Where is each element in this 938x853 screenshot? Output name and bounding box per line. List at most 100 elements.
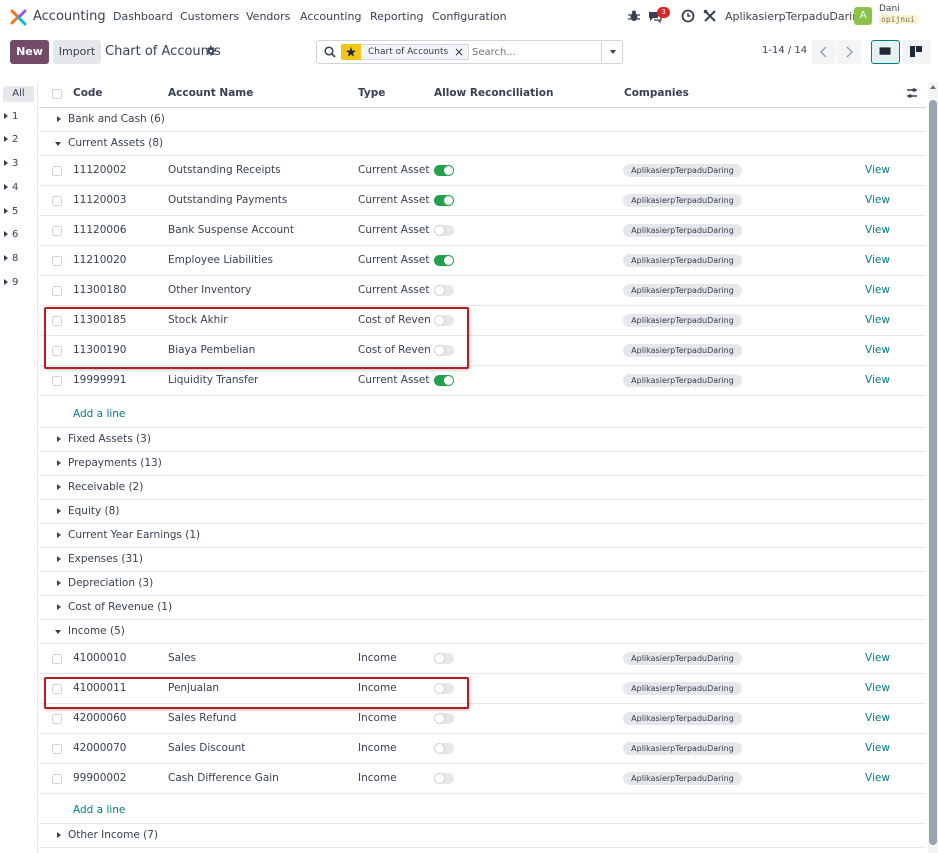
view-link[interactable]: View	[865, 374, 890, 386]
sidebar-item-9[interactable]: 9	[4, 277, 18, 288]
row-checkbox[interactable]	[52, 316, 62, 326]
row-checkbox[interactable]	[52, 714, 62, 724]
group-row-fixed-assets[interactable]: Fixed Assets (3)	[39, 428, 926, 452]
allow-reconciliation-toggle[interactable]	[434, 713, 454, 724]
sidebar-item-all[interactable]: All	[3, 86, 34, 102]
view-link[interactable]: View	[865, 742, 890, 754]
optional-columns-icon[interactable]	[905, 86, 919, 100]
pager-previous-button[interactable]	[812, 40, 836, 64]
group-row-other-income[interactable]: Other Income (7)	[39, 824, 926, 848]
table-row[interactable]: 11300190 Biaya Pembelian Cost of Revenue Ap…	[39, 336, 926, 366]
scrollbar-thumb[interactable]	[929, 100, 937, 845]
allow-reconciliation-toggle[interactable]	[434, 375, 454, 386]
user-name[interactable]: Dani	[879, 4, 900, 14]
import-button[interactable]: Import	[53, 40, 101, 64]
row-checkbox[interactable]	[52, 654, 62, 664]
remove-facet-icon[interactable]: ×	[454, 45, 464, 59]
column-header-code[interactable]: Code	[73, 87, 103, 99]
group-row-current-year-earnings[interactable]: Current Year Earnings (1)	[39, 524, 926, 548]
clock-icon[interactable]	[681, 9, 695, 23]
scroll-up-arrow-icon[interactable]	[930, 85, 936, 89]
view-link[interactable]: View	[865, 314, 890, 326]
allow-reconciliation-toggle[interactable]	[434, 683, 454, 694]
row-checkbox[interactable]	[52, 376, 62, 386]
table-row[interactable]: 11120002 Outstanding Receipts Current Asse…	[39, 156, 926, 186]
view-link[interactable]: View	[865, 344, 890, 356]
user-avatar[interactable]: A	[854, 7, 872, 25]
sidebar-item-2[interactable]: 2	[4, 134, 18, 145]
column-header-type[interactable]: Type	[358, 87, 385, 99]
sidebar-item-1[interactable]: 1	[4, 111, 18, 122]
tools-icon[interactable]	[703, 9, 717, 23]
column-header-allow-reconciliation[interactable]: Allow Reconciliation	[434, 87, 553, 99]
row-checkbox[interactable]	[52, 226, 62, 236]
table-row[interactable]: 11300180 Other Inventory Current Assets Apl…	[39, 276, 926, 306]
view-link[interactable]: View	[865, 224, 890, 236]
view-link[interactable]: View	[865, 712, 890, 724]
group-row-cost-of-revenue[interactable]: Cost of Revenue (1)	[39, 596, 926, 620]
group-row-depreciation[interactable]: Depreciation (3)	[39, 572, 926, 596]
view-link[interactable]: View	[865, 254, 890, 266]
sidebar-item-8[interactable]: 8	[4, 253, 18, 264]
row-checkbox[interactable]	[52, 346, 62, 356]
row-checkbox[interactable]	[52, 774, 62, 784]
allow-reconciliation-toggle[interactable]	[434, 165, 454, 176]
menu-reporting[interactable]: Reporting	[370, 10, 423, 23]
select-all-checkbox[interactable]	[52, 89, 62, 99]
allow-reconciliation-toggle[interactable]	[434, 195, 454, 206]
sidebar-item-5[interactable]: 5	[4, 206, 18, 217]
company-switcher[interactable]: AplikasierpTerpaduDaring	[725, 10, 866, 23]
search-options-toggle[interactable]	[601, 41, 623, 63]
search-icon[interactable]	[324, 46, 336, 58]
pager-value[interactable]: 1-14 / 14	[762, 45, 807, 56]
group-row-bank-cash[interactable]: Bank and Cash (6)	[39, 108, 926, 132]
menu-accounting[interactable]: Accounting	[300, 10, 361, 23]
row-checkbox[interactable]	[52, 286, 62, 296]
view-link[interactable]: View	[865, 194, 890, 206]
menu-dashboard[interactable]: Dashboard	[113, 10, 173, 23]
row-checkbox[interactable]	[52, 166, 62, 176]
sidebar-item-3[interactable]: 3	[4, 158, 18, 169]
column-header-account-name[interactable]: Account Name	[168, 87, 253, 99]
list-view-button[interactable]	[871, 40, 900, 64]
row-checkbox[interactable]	[52, 196, 62, 206]
view-link[interactable]: View	[865, 682, 890, 694]
sidebar-item-4[interactable]: 4	[4, 182, 18, 193]
allow-reconciliation-toggle[interactable]	[434, 345, 454, 356]
group-row-expenses[interactable]: Expenses (31)	[39, 548, 926, 572]
group-row-equity[interactable]: Equity (8)	[39, 500, 926, 524]
gear-icon[interactable]	[206, 46, 216, 56]
allow-reconciliation-toggle[interactable]	[434, 773, 454, 784]
bug-icon[interactable]	[627, 9, 641, 23]
app-name[interactable]: Accounting	[33, 9, 106, 24]
view-link[interactable]: View	[865, 652, 890, 664]
row-checkbox[interactable]	[52, 256, 62, 266]
view-link[interactable]: View	[865, 772, 890, 784]
allow-reconciliation-toggle[interactable]	[434, 653, 454, 664]
allow-reconciliation-toggle[interactable]	[434, 285, 454, 296]
table-row[interactable]: 11300185 Stock Akhir Cost of Revenue Aplika…	[39, 306, 926, 336]
menu-configuration[interactable]: Configuration	[432, 10, 507, 23]
menu-customers[interactable]: Customers	[180, 10, 239, 23]
search-input[interactable]	[472, 44, 597, 60]
table-row[interactable]: 42000070 Sales Discount Income AplikasierpT…	[39, 734, 926, 764]
table-row[interactable]: 41000010 Sales Income AplikasierpTerpaduDar…	[39, 644, 926, 674]
menu-vendors[interactable]: Vendors	[246, 10, 290, 23]
sidebar-item-6[interactable]: 6	[4, 229, 18, 240]
add-line-link[interactable]: Add a line	[73, 804, 125, 816]
table-row[interactable]: 99900002 Cash Difference Gain Income Aplika…	[39, 764, 926, 794]
pager-next-button[interactable]	[837, 40, 861, 64]
table-row[interactable]: 11210020 Employee Liabilities Current Asse…	[39, 246, 926, 276]
allow-reconciliation-toggle[interactable]	[434, 315, 454, 326]
table-row[interactable]: 19999991 Liquidity Transfer Current Assets…	[39, 366, 926, 396]
new-button[interactable]: New	[10, 40, 49, 64]
kanban-view-button[interactable]	[902, 40, 931, 64]
table-row[interactable]: 11120006 Bank Suspense Account Current Ass…	[39, 216, 926, 246]
group-row-prepayments[interactable]: Prepayments (13)	[39, 452, 926, 476]
group-row-receivable[interactable]: Receivable (2)	[39, 476, 926, 500]
allow-reconciliation-toggle[interactable]	[434, 225, 454, 236]
row-checkbox[interactable]	[52, 744, 62, 754]
accounting-app-icon[interactable]	[10, 9, 27, 26]
view-link[interactable]: View	[865, 164, 890, 176]
view-link[interactable]: View	[865, 284, 890, 296]
